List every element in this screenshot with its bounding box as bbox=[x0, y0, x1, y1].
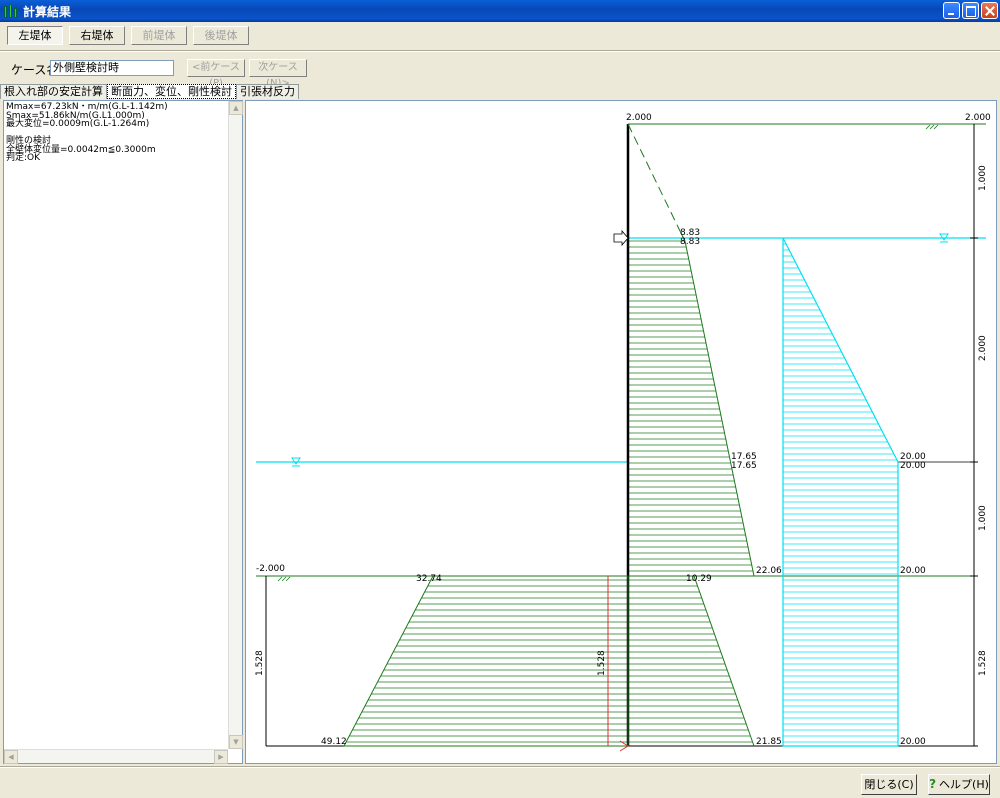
scroll-right-icon[interactable]: ▶ bbox=[214, 750, 228, 764]
tab-section-force[interactable]: 断面力、変位、剛性検討 bbox=[107, 84, 236, 99]
status-bar: 閉じる(C) ? ヘルプ(H) bbox=[0, 768, 1000, 798]
green-lower-left-outline bbox=[343, 575, 629, 747]
dim-label-5: 1.528 bbox=[255, 650, 265, 676]
window-title: 計算結果 bbox=[23, 4, 72, 19]
close-window-button[interactable] bbox=[981, 2, 998, 19]
cyan-label-3: 20.00 bbox=[900, 566, 926, 576]
green-dashed-line bbox=[627, 123, 681, 232]
next-case-button[interactable]: 次ケース(N)> bbox=[249, 59, 307, 89]
ground-hatch-icon bbox=[277, 124, 939, 582]
separator bbox=[0, 50, 1000, 52]
result-line: 最大変位=0.0009m(G.L-1.264m) bbox=[6, 119, 150, 129]
close-button[interactable]: 閉じる(C) bbox=[861, 774, 917, 795]
vertical-scrollbar[interactable]: ▲ ▼ bbox=[228, 101, 243, 749]
green-lower-right-outline bbox=[693, 575, 755, 747]
rear-bank-button[interactable]: 後堤体 bbox=[193, 26, 249, 45]
case-name-field[interactable]: 外側壁検討時 bbox=[50, 60, 174, 76]
level-label-top: 2.000 bbox=[626, 113, 652, 123]
dim-label-6: 1.528 bbox=[597, 650, 607, 676]
cyan-label-4: 20.00 bbox=[900, 737, 926, 747]
front-bank-button[interactable]: 前堤体 bbox=[131, 26, 187, 45]
green-label-6: 32.74 bbox=[416, 574, 442, 584]
toolbar: 左堤体 右堤体 前堤体 後堤体 bbox=[0, 22, 1000, 48]
right-bank-button[interactable]: 右堤体 bbox=[69, 26, 125, 45]
app-icon bbox=[4, 4, 18, 18]
dim-label-4: 1.528 bbox=[978, 650, 988, 676]
help-icon: ? bbox=[929, 777, 937, 791]
green-label-5: 22.06 bbox=[756, 566, 782, 576]
minimize-button[interactable] bbox=[943, 2, 960, 19]
case-row: ケース名 外側壁検討時 <前ケース(P) 次ケース(N)> bbox=[0, 56, 1000, 89]
level-label-left: -2.000 bbox=[256, 564, 285, 574]
tab-embedment-stability[interactable]: 根入れ部の安定計算 bbox=[0, 84, 107, 99]
level-arrow-icon bbox=[613, 229, 629, 247]
results-pane: Mmax=67.23kN・m/m(G.L-1.142m) Smax=51.86kN… bbox=[3, 100, 243, 764]
dim-label-2: 2.000 bbox=[978, 335, 988, 361]
dim-label-3: 1.000 bbox=[978, 505, 988, 531]
level-label-top-right: 2.000 bbox=[965, 113, 991, 123]
dim-label-1: 1.000 bbox=[978, 165, 988, 191]
green-label-7: 10.29 bbox=[686, 574, 712, 584]
horizontal-scrollbar[interactable]: ◀ ▶ bbox=[4, 749, 228, 764]
tab-tension-reaction[interactable]: 引張材反力 bbox=[236, 84, 299, 99]
scroll-up-icon[interactable]: ▲ bbox=[229, 101, 243, 115]
green-label-8: 49.12 bbox=[321, 737, 347, 747]
green-hatch bbox=[346, 240, 753, 743]
water-level-icon bbox=[291, 233, 949, 467]
help-button[interactable]: ? ヘルプ(H) bbox=[928, 774, 990, 795]
section-force-diagram: 2.000 2.000 -2.000 8.83 8.83 17.65 17.65… bbox=[255, 113, 991, 752]
tab-strip: 根入れ部の安定計算 断面力、変位、剛性検討 引張材反力 bbox=[0, 84, 299, 100]
green-label-2: 8.83 bbox=[680, 237, 700, 247]
left-bank-button[interactable]: 左堤体 bbox=[7, 26, 63, 45]
prev-case-button[interactable]: <前ケース(P) bbox=[187, 59, 245, 89]
scroll-down-icon[interactable]: ▼ bbox=[229, 735, 243, 749]
green-label-4: 17.65 bbox=[731, 461, 757, 471]
help-label: ヘルプ(H) bbox=[939, 778, 989, 791]
diagram-pane: 2.000 2.000 -2.000 8.83 8.83 17.65 17.65… bbox=[245, 100, 997, 764]
result-line: 判定:OK bbox=[6, 153, 41, 163]
results-text: Mmax=67.23kN・m/m(G.L-1.142m) Smax=51.86kN… bbox=[6, 103, 168, 163]
scroll-left-icon[interactable]: ◀ bbox=[4, 750, 18, 764]
maximize-button[interactable] bbox=[962, 2, 979, 19]
cyan-label-2: 20.00 bbox=[900, 461, 926, 471]
title-bar: 計算結果 bbox=[0, 0, 1000, 22]
green-label-9: 21.85 bbox=[756, 737, 782, 747]
cyan-hatch bbox=[783, 243, 898, 743]
